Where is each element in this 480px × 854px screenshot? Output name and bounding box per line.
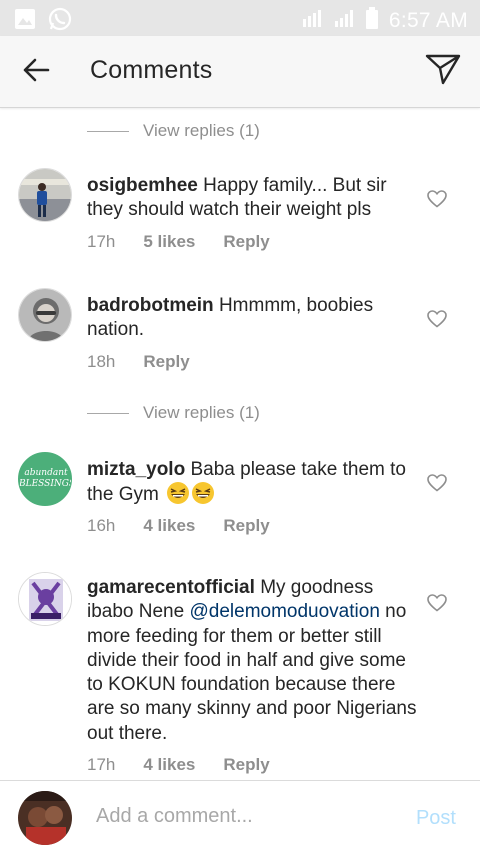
view-replies-label: View replies (1) bbox=[143, 121, 260, 140]
like-button[interactable] bbox=[427, 474, 449, 494]
comment-text: no more feeding for them or better still… bbox=[87, 601, 417, 744]
avatar bbox=[18, 791, 72, 845]
comment-username[interactable]: badrobotmein bbox=[87, 295, 214, 316]
like-button[interactable] bbox=[427, 190, 449, 210]
arrow-left-icon bbox=[22, 58, 50, 87]
view-replies-link[interactable]: View replies (1) bbox=[87, 118, 260, 144]
heart-icon bbox=[427, 474, 447, 496]
comment-username[interactable]: gamarecentofficial bbox=[87, 577, 255, 598]
view-replies-link[interactable]: View replies (1) bbox=[87, 400, 260, 426]
status-bar: 6:57 AM bbox=[0, 0, 480, 36]
post-button[interactable]: Post bbox=[416, 807, 456, 830]
reply-button[interactable]: Reply bbox=[223, 232, 269, 252]
comment-time: 16h bbox=[87, 516, 116, 535]
comment-meta: 16h 4 likes Reply bbox=[87, 516, 270, 536]
image-icon bbox=[14, 8, 36, 35]
comment-body: osigbemhee Happy family... But sir they … bbox=[87, 174, 417, 223]
battery-icon bbox=[365, 6, 379, 35]
heart-icon bbox=[427, 190, 447, 212]
avatar[interactable] bbox=[18, 572, 72, 626]
grinning-squinting-face-emoji bbox=[167, 482, 190, 505]
like-button[interactable] bbox=[427, 594, 449, 614]
header: Comments bbox=[0, 36, 480, 108]
comment-time: 18h bbox=[87, 352, 116, 371]
reply-button[interactable]: Reply bbox=[223, 516, 269, 536]
comment-likes[interactable]: 4 likes bbox=[143, 516, 195, 536]
like-button[interactable] bbox=[427, 310, 449, 330]
avatar[interactable]: abundant BLESSINGS bbox=[18, 452, 72, 506]
comment-input[interactable] bbox=[96, 805, 386, 828]
divider-line bbox=[87, 130, 129, 132]
whatsapp-icon bbox=[48, 7, 72, 36]
comment-meta: 18h Reply bbox=[87, 352, 190, 372]
comment-meta: 17h 5 likes Reply bbox=[87, 232, 270, 252]
grinning-squinting-face-emoji bbox=[192, 482, 215, 505]
comment-meta: 17h 4 likes Reply bbox=[87, 755, 270, 775]
back-button[interactable] bbox=[20, 58, 52, 86]
avatar[interactable] bbox=[18, 288, 72, 342]
comment-likes[interactable]: 4 likes bbox=[143, 755, 195, 775]
mention-link[interactable]: @delemomoduovation bbox=[189, 601, 379, 622]
comment-body: mizta_yolo Baba please take them to the … bbox=[87, 458, 417, 508]
view-replies-label: View replies (1) bbox=[143, 403, 260, 422]
comment-composer: Post bbox=[0, 780, 480, 854]
heart-icon bbox=[427, 310, 447, 332]
data-4g-icon bbox=[301, 7, 323, 34]
heart-icon bbox=[427, 594, 447, 616]
comment-time: 17h bbox=[87, 232, 116, 251]
direct-send-button[interactable] bbox=[424, 54, 462, 88]
page-title: Comments bbox=[90, 56, 213, 84]
divider-line bbox=[87, 412, 129, 414]
avatar-text: abundant BLESSINGS bbox=[19, 468, 72, 489]
comment-likes[interactable]: 5 likes bbox=[143, 232, 195, 252]
reply-button[interactable]: Reply bbox=[143, 352, 189, 372]
comment-body: badrobotmein Hmmmm, boobies nation. bbox=[87, 294, 417, 343]
avatar[interactable] bbox=[18, 168, 72, 222]
comment-body: gamarecentofficial My goodness ibabo Nen… bbox=[87, 576, 417, 746]
status-time: 6:57 AM bbox=[388, 8, 468, 32]
comment-username[interactable]: osigbemhee bbox=[87, 175, 198, 196]
comment-username[interactable]: mizta_yolo bbox=[87, 459, 185, 480]
comment-time: 17h bbox=[87, 755, 116, 774]
signal-icon bbox=[333, 7, 355, 34]
direct-send-icon bbox=[425, 53, 461, 90]
reply-button[interactable]: Reply bbox=[223, 755, 269, 775]
